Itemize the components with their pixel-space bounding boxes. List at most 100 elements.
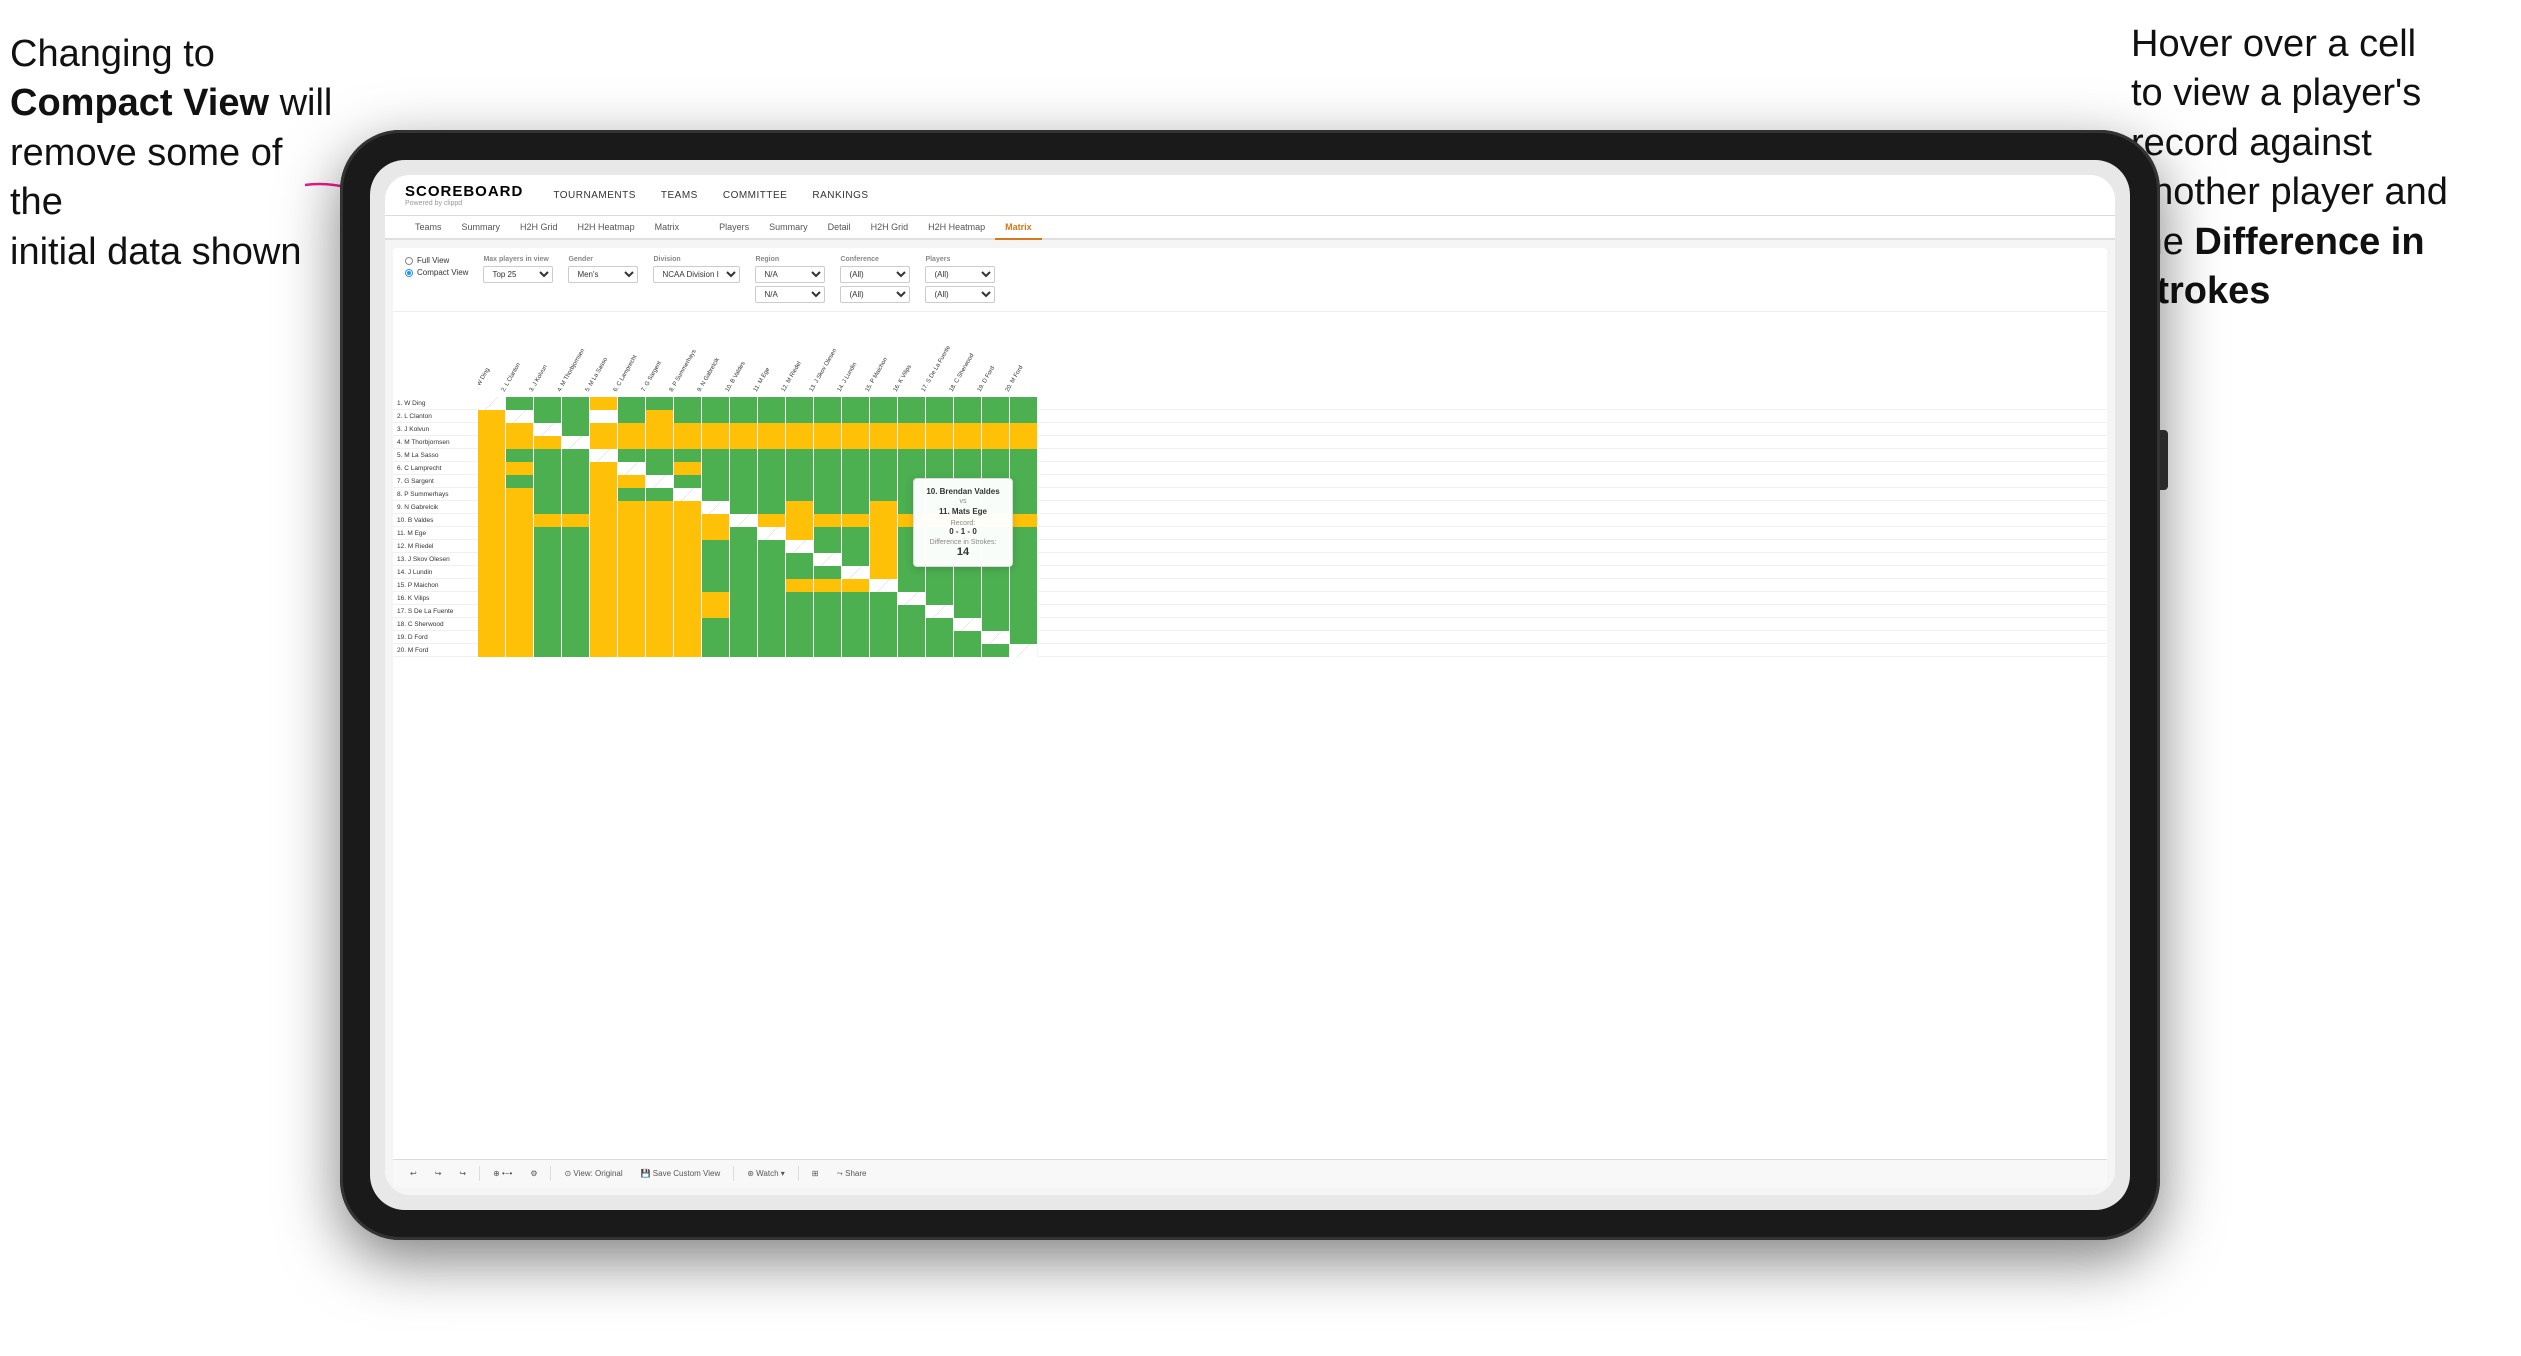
grid-cell[interactable] <box>562 514 590 527</box>
grid-cell[interactable] <box>730 566 758 579</box>
grid-cell[interactable] <box>562 631 590 644</box>
grid-cell[interactable] <box>870 579 898 592</box>
grid-cell[interactable] <box>702 436 730 449</box>
grid-cell[interactable] <box>478 436 506 449</box>
redo-2-button[interactable]: ↪ <box>454 1167 471 1180</box>
grid-cell[interactable] <box>562 527 590 540</box>
grid-cell[interactable] <box>814 449 842 462</box>
grid-cell[interactable] <box>870 514 898 527</box>
grid-cell[interactable] <box>562 475 590 488</box>
grid-cell[interactable] <box>674 644 702 657</box>
grid-cell[interactable] <box>842 488 870 501</box>
grid-cell[interactable] <box>1010 397 1038 410</box>
grid-cell[interactable] <box>618 410 646 423</box>
grid-cell[interactable] <box>506 501 534 514</box>
grid-cell[interactable] <box>898 423 926 436</box>
grid-cell[interactable] <box>674 423 702 436</box>
grid-cell[interactable] <box>842 631 870 644</box>
grid-cell[interactable] <box>954 605 982 618</box>
grid-cell[interactable] <box>870 527 898 540</box>
grid-cell[interactable] <box>786 397 814 410</box>
grid-cell[interactable] <box>534 449 562 462</box>
grid-cell[interactable] <box>618 423 646 436</box>
grid-cell[interactable] <box>590 501 618 514</box>
grid-cell[interactable] <box>842 644 870 657</box>
grid-cell[interactable] <box>702 462 730 475</box>
grid-cell[interactable] <box>534 475 562 488</box>
grid-cell[interactable] <box>954 618 982 631</box>
grid-cell[interactable] <box>1010 488 1038 501</box>
grid-cell[interactable] <box>674 436 702 449</box>
grid-cell[interactable] <box>646 566 674 579</box>
grid-cell[interactable] <box>814 397 842 410</box>
grid-cell[interactable] <box>590 462 618 475</box>
grid-cell[interactable] <box>534 488 562 501</box>
grid-cell[interactable] <box>758 423 786 436</box>
grid-cell[interactable] <box>730 423 758 436</box>
grid-cell[interactable] <box>814 618 842 631</box>
grid-cell[interactable] <box>814 540 842 553</box>
nav-rankings[interactable]: RANKINGS <box>812 190 868 201</box>
grid-cell[interactable] <box>1010 540 1038 553</box>
grid-cell[interactable] <box>786 605 814 618</box>
grid-cell[interactable] <box>618 462 646 475</box>
grid-cell[interactable] <box>814 475 842 488</box>
region-select-1[interactable]: N/A <box>755 266 825 283</box>
grid-cell[interactable] <box>478 618 506 631</box>
grid-cell[interactable] <box>842 566 870 579</box>
tab-summary-2[interactable]: Summary <box>759 216 818 240</box>
grid-cell[interactable] <box>814 579 842 592</box>
grid-cell[interactable] <box>590 605 618 618</box>
grid-cell[interactable] <box>562 423 590 436</box>
grid-cell[interactable] <box>534 527 562 540</box>
grid-cell[interactable] <box>674 605 702 618</box>
tab-h2h-heatmap-1[interactable]: H2H Heatmap <box>568 216 645 240</box>
grid-cell[interactable] <box>562 605 590 618</box>
grid-cell[interactable] <box>534 423 562 436</box>
grid-cell[interactable] <box>702 592 730 605</box>
grid-cell[interactable] <box>814 553 842 566</box>
grid-cell[interactable] <box>590 540 618 553</box>
grid-cell[interactable] <box>954 566 982 579</box>
region-select-2[interactable]: N/A <box>755 286 825 303</box>
grid-cell[interactable] <box>926 462 954 475</box>
grid-cell[interactable] <box>954 631 982 644</box>
grid-cell[interactable] <box>870 449 898 462</box>
grid-cell[interactable] <box>758 566 786 579</box>
grid-cell[interactable] <box>590 644 618 657</box>
grid-cell[interactable] <box>814 514 842 527</box>
grid-cell[interactable] <box>926 449 954 462</box>
grid-cell[interactable] <box>758 644 786 657</box>
tab-summary-1[interactable]: Summary <box>452 216 511 240</box>
grid-cell[interactable] <box>814 488 842 501</box>
grid-cell[interactable] <box>702 579 730 592</box>
share-button[interactable]: ⤳ Share <box>832 1167 872 1181</box>
grid-cell[interactable] <box>562 436 590 449</box>
grid-cell[interactable] <box>898 462 926 475</box>
grid-cell[interactable] <box>534 397 562 410</box>
undo-button[interactable]: ↩ <box>405 1167 422 1180</box>
grid-cell[interactable] <box>870 566 898 579</box>
grid-cell[interactable] <box>646 631 674 644</box>
grid-cell[interactable] <box>730 644 758 657</box>
grid-cell[interactable] <box>786 488 814 501</box>
grid-cell[interactable] <box>870 475 898 488</box>
grid-cell[interactable] <box>1010 514 1038 527</box>
grid-cell[interactable] <box>534 514 562 527</box>
grid-cell[interactable] <box>730 475 758 488</box>
grid-cell[interactable] <box>702 449 730 462</box>
grid-cell[interactable] <box>786 475 814 488</box>
grid-cell[interactable] <box>786 449 814 462</box>
grid-cell[interactable] <box>954 449 982 462</box>
grid-cell[interactable] <box>982 579 1010 592</box>
nav-teams[interactable]: TEAMS <box>661 190 698 201</box>
grid-cell[interactable] <box>618 449 646 462</box>
grid-cell[interactable] <box>730 592 758 605</box>
grid-cell[interactable] <box>758 488 786 501</box>
grid-cell[interactable] <box>674 566 702 579</box>
grid-cell[interactable] <box>926 397 954 410</box>
grid-cell[interactable] <box>590 423 618 436</box>
grid-cell[interactable] <box>618 475 646 488</box>
grid-cell[interactable] <box>786 514 814 527</box>
grid-cell[interactable] <box>926 644 954 657</box>
